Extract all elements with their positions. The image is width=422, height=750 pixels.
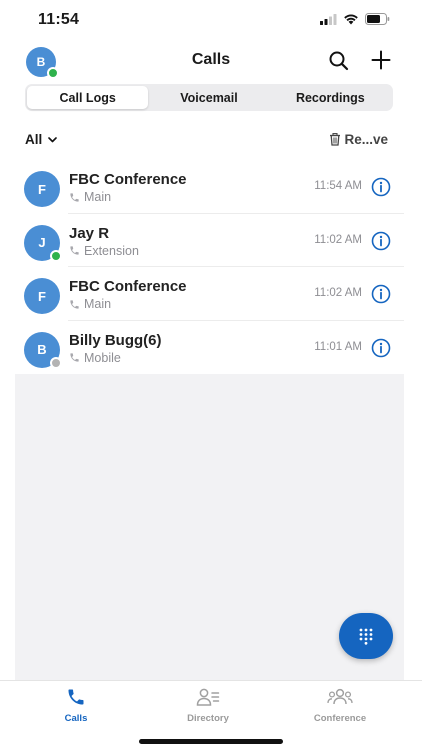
wifi-icon bbox=[344, 14, 358, 25]
tab-call-logs[interactable]: Call Logs bbox=[27, 86, 149, 109]
phone-icon bbox=[70, 353, 79, 362]
phone-icon bbox=[68, 689, 84, 705]
call-time: 11:02 AM bbox=[314, 287, 362, 299]
trash-icon bbox=[330, 133, 341, 146]
page-title: Calls bbox=[191, 51, 231, 68]
call-line: Mobile bbox=[69, 351, 121, 365]
status-time: 11:54 bbox=[38, 11, 80, 28]
phone-icon bbox=[70, 299, 79, 309]
call-line: Extension bbox=[69, 244, 139, 258]
battery-icon bbox=[365, 13, 390, 25]
call-line-label: Mobile bbox=[84, 350, 121, 365]
call-line-label: Main bbox=[84, 190, 112, 204]
call-log-row[interactable]: F FBC Conference Main 11:02 AM bbox=[0, 267, 422, 321]
call-time: 11:54 AM bbox=[314, 180, 362, 192]
nav-tab-label: Calls bbox=[64, 713, 88, 724]
contact-avatar: B bbox=[24, 331, 62, 369]
chevron-down-icon bbox=[48, 136, 58, 142]
header: B Calls bbox=[0, 42, 422, 82]
filter-selected-label: All bbox=[25, 132, 43, 147]
info-icon[interactable] bbox=[371, 338, 391, 358]
contact-name: FBC Conference bbox=[69, 278, 187, 295]
call-log-row[interactable]: B Billy Bugg(6) Mobile 11:01 AM bbox=[0, 321, 422, 375]
info-icon[interactable] bbox=[371, 284, 391, 304]
call-time: 11:01 AM bbox=[314, 340, 362, 353]
call-line-label: Main bbox=[84, 297, 112, 311]
phone-icon bbox=[70, 192, 79, 202]
home-indicator bbox=[139, 739, 283, 744]
call-line-label: Extension bbox=[84, 243, 139, 258]
call-line: Main bbox=[69, 297, 111, 311]
call-log-row[interactable]: J Jay R Extension 11:02 AM bbox=[0, 214, 422, 267]
tab-voicemail[interactable]: Voicemail bbox=[148, 86, 269, 109]
remove-label: Re...ve bbox=[344, 132, 388, 147]
contact-name: FBC Conference bbox=[69, 171, 187, 188]
contact-avatar: F bbox=[24, 171, 60, 207]
contact-name: Billy Bugg(6) bbox=[69, 331, 162, 349]
calls-segmented-control: Call Logs Voicemail Recordings bbox=[25, 84, 393, 111]
tab-recordings[interactable]: Recordings bbox=[270, 86, 391, 109]
presence-available-icon bbox=[50, 249, 62, 262]
phone-icon bbox=[70, 246, 79, 255]
dialpad-button[interactable] bbox=[339, 613, 393, 659]
search-icon[interactable] bbox=[327, 49, 351, 73]
filter-row: All Re...ve bbox=[0, 130, 422, 150]
nav-tab-directory[interactable]: Directory bbox=[148, 687, 268, 724]
info-icon[interactable] bbox=[371, 231, 391, 251]
call-time: 11:02 AM bbox=[314, 233, 362, 246]
call-log-row[interactable]: F FBC Conference Main 11:54 AM bbox=[0, 160, 422, 214]
status-bar: 11:54 bbox=[0, 0, 422, 42]
contact-name: Jay R bbox=[69, 224, 110, 242]
contact-avatar-initial: F bbox=[38, 288, 46, 304]
presence-offline-icon bbox=[50, 356, 62, 369]
contacts-icon bbox=[196, 688, 220, 706]
remove-button[interactable]: Re...ve bbox=[329, 132, 388, 147]
dialpad-icon bbox=[359, 628, 373, 645]
add-icon[interactable] bbox=[369, 48, 393, 72]
nav-tab-conference[interactable]: Conference bbox=[280, 687, 400, 724]
nav-tab-label: Directory bbox=[187, 713, 229, 724]
group-icon bbox=[327, 688, 353, 705]
contact-avatar: F bbox=[24, 278, 60, 314]
filter-dropdown[interactable]: All bbox=[25, 132, 58, 147]
contact-avatar: J bbox=[24, 224, 62, 262]
nav-tab-calls[interactable]: Calls bbox=[16, 687, 136, 724]
call-log-list: F FBC Conference Main 11:54 AM J Jay R E… bbox=[0, 160, 422, 374]
contact-avatar-initial: J bbox=[38, 235, 46, 250]
cellular-signal-icon bbox=[320, 13, 337, 25]
call-line: Main bbox=[69, 190, 111, 204]
contact-avatar-initial: F bbox=[38, 181, 46, 197]
contact-avatar-initial: B bbox=[37, 342, 47, 357]
nav-tab-label: Conference bbox=[313, 713, 367, 724]
status-icons bbox=[320, 13, 390, 25]
info-icon[interactable] bbox=[371, 177, 391, 197]
